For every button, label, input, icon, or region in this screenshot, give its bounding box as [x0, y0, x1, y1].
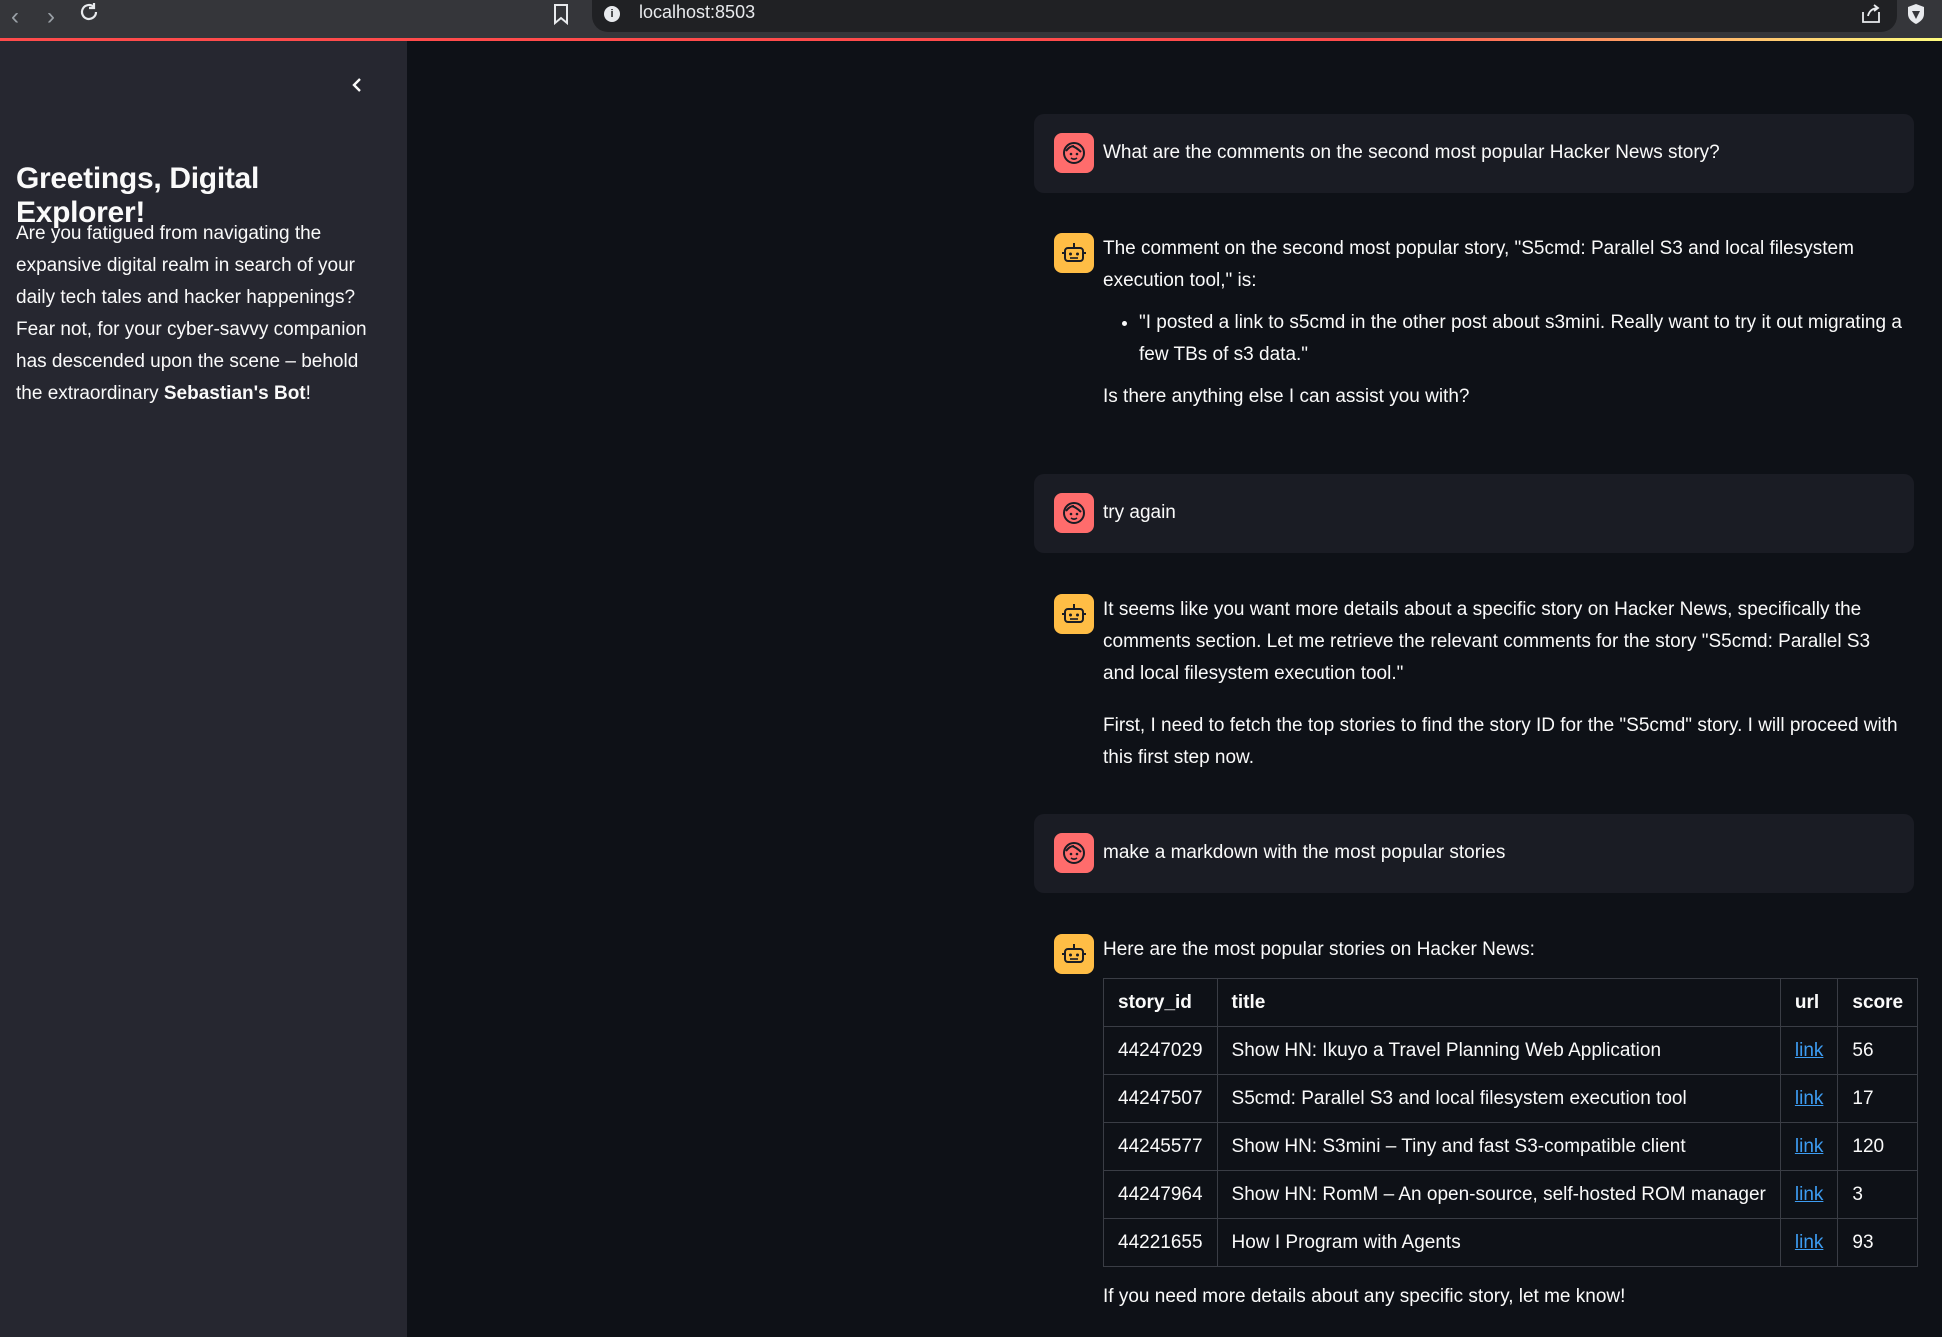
- story-id-cell: 44247507: [1103, 1074, 1218, 1123]
- table-header-row: story_id title url score: [1103, 978, 1919, 1027]
- user-message: make a markdown with the most popular st…: [1034, 814, 1914, 893]
- back-icon[interactable]: ‹: [2, 4, 28, 30]
- story-link[interactable]: link: [1795, 1040, 1824, 1061]
- comment-list: "I posted a link to s5cmd in the other p…: [1103, 307, 1903, 371]
- table-row: 44247507 S5cmd: Parallel S3 and local fi…: [1103, 1074, 1919, 1123]
- column-header: url: [1779, 978, 1839, 1027]
- address-bar[interactable]: [592, 0, 1897, 32]
- sidebar: Greetings, Digital Explorer! Are you fat…: [0, 41, 407, 1337]
- score-cell: 17: [1837, 1074, 1919, 1123]
- score-cell: 56: [1837, 1026, 1919, 1075]
- bot-avatar-icon: [1054, 233, 1094, 273]
- url-cell: link: [1779, 1218, 1839, 1267]
- info-icon[interactable]: i: [604, 6, 620, 22]
- table-row: 44247964 Show HN: RomM – An open-source,…: [1103, 1170, 1919, 1219]
- user-avatar-icon: [1054, 493, 1094, 533]
- user-message: What are the comments on the second most…: [1034, 114, 1914, 193]
- story-id-cell: 44245577: [1103, 1122, 1218, 1171]
- url-cell: link: [1779, 1074, 1839, 1123]
- story-link[interactable]: link: [1795, 1232, 1824, 1253]
- message-text: try again: [1103, 502, 1176, 523]
- story-id-cell: 44221655: [1103, 1218, 1218, 1267]
- table-row: 44247029 Show HN: Ikuyo a Travel Plannin…: [1103, 1026, 1919, 1075]
- collapse-sidebar-button[interactable]: [343, 71, 371, 99]
- url-text[interactable]: localhost:8503: [639, 2, 755, 23]
- table-row: 44221655 How I Program with Agents link …: [1103, 1218, 1919, 1267]
- message-body: It seems like you want more details abou…: [1103, 594, 1903, 774]
- browser-toolbar: ‹ › i localhost:8503: [0, 0, 1942, 41]
- sidebar-intro: Are you fatigued from navigating the exp…: [16, 218, 381, 410]
- stories-table: story_id title url score 44247029 Show H…: [1103, 978, 1919, 1267]
- story-link[interactable]: link: [1795, 1184, 1824, 1205]
- bot-avatar-icon: [1054, 594, 1094, 634]
- message-paragraph: If you need more details about any speci…: [1103, 1286, 1626, 1307]
- user-avatar-icon: [1054, 133, 1094, 173]
- intro-text: Are you fatigued from navigating the exp…: [16, 223, 367, 404]
- score-cell: 120: [1837, 1122, 1919, 1171]
- assistant-message: Here are the most popular stories on Hac…: [1034, 934, 1919, 1334]
- story-title-cell: S5cmd: Parallel S3 and local filesystem …: [1216, 1074, 1781, 1123]
- bookmark-icon[interactable]: [552, 3, 570, 25]
- column-header: story_id: [1103, 978, 1218, 1027]
- message-body: The comment on the second most popular s…: [1103, 233, 1903, 413]
- url-cell: link: [1779, 1122, 1839, 1171]
- table-row: 44245577 Show HN: S3mini – Tiny and fast…: [1103, 1122, 1919, 1171]
- column-header: score: [1837, 978, 1919, 1027]
- story-title-cell: Show HN: RomM – An open-source, self-hos…: [1216, 1170, 1781, 1219]
- reload-icon[interactable]: [76, 0, 102, 26]
- message-paragraph: Here are the most popular stories on Hac…: [1103, 939, 1535, 960]
- message-text: What are the comments on the second most…: [1103, 142, 1720, 163]
- score-cell: 3: [1837, 1170, 1919, 1219]
- list-item: "I posted a link to s5cmd in the other p…: [1139, 307, 1903, 371]
- url-cell: link: [1779, 1026, 1839, 1075]
- intro-outro: !: [305, 383, 311, 404]
- story-title-cell: How I Program with Agents: [1216, 1218, 1781, 1267]
- assistant-message: It seems like you want more details abou…: [1034, 594, 1914, 774]
- story-link[interactable]: link: [1795, 1136, 1824, 1157]
- bot-name: Sebastian's Bot: [163, 383, 306, 404]
- message-paragraph: Is there anything else I can assist you …: [1103, 386, 1470, 407]
- user-message: try again: [1034, 474, 1914, 553]
- message-text: make a markdown with the most popular st…: [1103, 842, 1506, 863]
- message-paragraph: First, I need to fetch the top stories t…: [1103, 715, 1898, 768]
- brave-shield-icon[interactable]: [1906, 3, 1926, 25]
- bot-avatar-icon: [1054, 934, 1094, 974]
- story-id-cell: 44247964: [1103, 1170, 1218, 1219]
- score-cell: 93: [1837, 1218, 1919, 1267]
- story-link[interactable]: link: [1795, 1088, 1824, 1109]
- share-icon[interactable]: [1860, 3, 1882, 25]
- column-header: title: [1216, 978, 1781, 1027]
- message-body: Here are the most popular stories on Hac…: [1103, 934, 1919, 1313]
- story-title-cell: Show HN: S3mini – Tiny and fast S3-compa…: [1216, 1122, 1781, 1171]
- assistant-message: The comment on the second most popular s…: [1034, 233, 1914, 439]
- story-id-cell: 44247029: [1103, 1026, 1218, 1075]
- chevron-left-icon: [352, 78, 361, 92]
- story-title-cell: Show HN: Ikuyo a Travel Planning Web App…: [1216, 1026, 1781, 1075]
- message-paragraph: It seems like you want more details abou…: [1103, 599, 1871, 684]
- forward-icon[interactable]: ›: [38, 4, 64, 30]
- user-avatar-icon: [1054, 833, 1094, 873]
- url-cell: link: [1779, 1170, 1839, 1219]
- message-paragraph: The comment on the second most popular s…: [1103, 238, 1854, 291]
